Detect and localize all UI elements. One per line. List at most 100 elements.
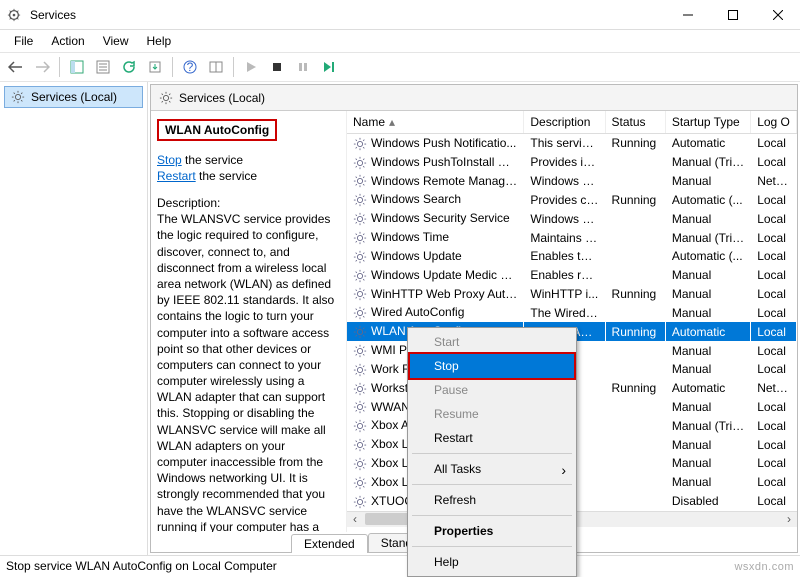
nav-forward-button[interactable] <box>30 55 54 79</box>
service-gear-icon <box>353 212 367 226</box>
ctx-properties[interactable]: Properties <box>410 519 574 543</box>
table-cell: Local <box>751 416 797 435</box>
table-row[interactable]: Windows Security ServiceWindows Se...Man… <box>347 209 797 228</box>
table-cell <box>605 492 665 511</box>
table-cell: Automatic <box>665 379 750 398</box>
restart-suffix: the service <box>196 169 257 183</box>
toolbar-show-hide-tree-button[interactable] <box>65 55 89 79</box>
table-cell: Local <box>751 285 797 304</box>
maximize-button[interactable] <box>710 0 755 29</box>
pane-header: Services (Local) <box>151 85 797 111</box>
table-cell: Manual <box>665 285 750 304</box>
scrollbar-right-arrow-icon[interactable]: › <box>781 512 797 526</box>
table-cell: Windows Update Medic Ser... <box>347 266 524 285</box>
stop-service-link[interactable]: Stop <box>157 153 182 167</box>
table-row[interactable]: Windows UpdateEnables the ...Automatic (… <box>347 247 797 266</box>
column-header[interactable]: Startup Type <box>665 111 750 134</box>
column-header[interactable]: Description <box>524 111 605 134</box>
tab-extended[interactable]: Extended <box>291 534 368 553</box>
table-cell: Automatic <box>665 134 750 153</box>
service-gear-icon <box>353 382 367 396</box>
table-row[interactable]: Windows SearchProvides co...RunningAutom… <box>347 190 797 209</box>
ctx-resume: Resume <box>410 402 574 426</box>
minimize-button[interactable] <box>665 0 710 29</box>
toolbar: ? <box>0 52 800 82</box>
table-row[interactable]: Windows TimeMaintains d...Manual (Trig..… <box>347 228 797 247</box>
menu-action[interactable]: Action <box>43 32 92 50</box>
tree-item-services-local[interactable]: Services (Local) <box>4 86 143 108</box>
table-row[interactable]: Windows Push Notificatio...This service … <box>347 134 797 153</box>
table-header-row: Name▴DescriptionStatusStartup TypeLog O <box>347 111 797 134</box>
table-cell <box>605 247 665 266</box>
table-row[interactable]: Windows Update Medic Ser...Enables rem..… <box>347 266 797 285</box>
table-cell: Manual <box>665 360 750 379</box>
column-header[interactable]: Log O <box>751 111 797 134</box>
restart-service-link[interactable]: Restart <box>157 169 196 183</box>
table-cell: Local <box>751 266 797 285</box>
ctx-all-tasks[interactable]: All Tasks <box>410 457 574 481</box>
table-cell: Local <box>751 473 797 492</box>
table-cell: Local <box>751 322 797 341</box>
toolbar-help-button[interactable]: ? <box>178 55 202 79</box>
gear-icon <box>159 91 173 105</box>
column-header[interactable]: Name▴ <box>347 111 524 134</box>
service-gear-icon <box>353 250 367 264</box>
toolbar-stop-button[interactable] <box>265 55 289 79</box>
table-row[interactable]: Windows Remote Manage...Windows R...Manu… <box>347 172 797 191</box>
toolbar-export-button[interactable] <box>143 55 167 79</box>
ctx-help[interactable]: Help <box>410 550 574 574</box>
menu-file[interactable]: File <box>6 32 41 50</box>
toolbar-refresh-button[interactable] <box>117 55 141 79</box>
toolbar-start-button[interactable] <box>239 55 263 79</box>
table-cell: Running <box>605 322 665 341</box>
table-cell: Local <box>751 190 797 209</box>
status-bar: Stop service WLAN AutoConfig on Local Co… <box>0 555 800 575</box>
ctx-restart[interactable]: Restart <box>410 426 574 450</box>
table-cell: Running <box>605 190 665 209</box>
table-cell <box>605 360 665 379</box>
service-gear-icon <box>353 193 367 207</box>
table-cell: Windows Push Notificatio... <box>347 134 524 153</box>
service-gear-icon <box>353 438 367 452</box>
ctx-stop[interactable]: Stop <box>408 352 576 380</box>
scrollbar-left-arrow-icon[interactable]: ‹ <box>347 512 363 526</box>
console-tree-pane: Services (Local) <box>0 82 148 555</box>
service-gear-icon <box>353 269 367 283</box>
toolbar-separator <box>59 57 60 77</box>
table-cell: Windows Time <box>347 228 524 247</box>
table-row[interactable]: Windows PushToInstall Serv...Provides in… <box>347 153 797 172</box>
table-cell <box>605 153 665 172</box>
menu-help[interactable]: Help <box>139 32 180 50</box>
ctx-refresh[interactable]: Refresh <box>410 488 574 512</box>
close-button[interactable] <box>755 0 800 29</box>
table-cell: Provides inf... <box>524 153 605 172</box>
service-gear-icon <box>353 231 367 245</box>
stop-suffix: the service <box>182 153 243 167</box>
nav-back-button[interactable] <box>4 55 28 79</box>
table-cell: Local <box>751 341 797 360</box>
table-cell <box>605 266 665 285</box>
ctx-separator <box>412 515 572 516</box>
tree-item-label: Services (Local) <box>31 90 117 104</box>
table-cell: Local <box>751 454 797 473</box>
service-gear-icon <box>353 363 367 377</box>
toolbar-view-button[interactable] <box>204 55 228 79</box>
table-cell: Manual <box>665 398 750 417</box>
table-cell: Local <box>751 228 797 247</box>
column-header[interactable]: Status <box>605 111 665 134</box>
toolbar-pause-button[interactable] <box>291 55 315 79</box>
table-cell <box>605 172 665 191</box>
table-row[interactable]: WinHTTP Web Proxy Auto-...WinHTTP i...Ru… <box>347 285 797 304</box>
toolbar-separator <box>233 57 234 77</box>
table-cell: Local <box>751 209 797 228</box>
table-cell: Manual (Trig... <box>665 153 750 172</box>
toolbar-restart-button[interactable] <box>317 55 341 79</box>
service-gear-icon <box>353 306 367 320</box>
table-cell <box>605 341 665 360</box>
menu-view[interactable]: View <box>95 32 137 50</box>
table-cell: The Wired A... <box>524 303 605 322</box>
gear-icon <box>11 90 25 104</box>
toolbar-properties-button[interactable] <box>91 55 115 79</box>
title-bar: Services <box>0 0 800 30</box>
table-row[interactable]: Wired AutoConfigThe Wired A...ManualLoca… <box>347 303 797 322</box>
